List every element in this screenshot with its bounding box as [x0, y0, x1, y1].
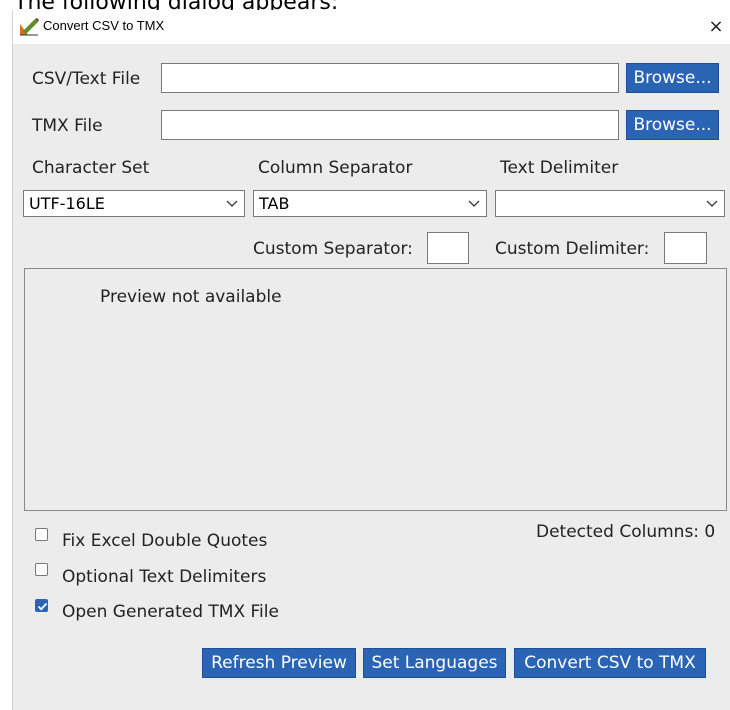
charset-value: UTF-16LE [29, 194, 105, 213]
custom-separator-input[interactable] [427, 232, 469, 264]
set-languages-button[interactable]: Set Languages [363, 648, 506, 678]
separator-select[interactable]: TAB [253, 190, 487, 217]
tmx-file-label: TMX File [32, 116, 103, 136]
fix-quotes-checkbox[interactable] [35, 528, 48, 541]
title-bar: Convert CSV to TMX × [13, 10, 730, 44]
convert-dialog: Convert CSV to TMX × CSV/Text File Brows… [12, 10, 730, 710]
csv-file-input[interactable] [161, 63, 619, 93]
close-icon: × [708, 16, 724, 37]
checkmark-icon [37, 602, 48, 611]
optional-delimiters-checkbox[interactable] [35, 563, 48, 576]
preview-panel: Preview not available [24, 268, 727, 511]
custom-separator-label: Custom Separator: [253, 239, 413, 259]
separator-value: TAB [259, 194, 290, 213]
fix-quotes-label: Fix Excel Double Quotes [62, 531, 268, 551]
delimiter-select[interactable] [495, 190, 725, 217]
delimiter-label: Text Delimiter [500, 158, 619, 178]
csv-file-label: CSV/Text File [32, 69, 141, 89]
custom-delimiter-label: Custom Delimiter: [495, 239, 650, 259]
chevron-down-icon [226, 191, 238, 217]
csv-browse-button[interactable]: Browse... [626, 63, 719, 93]
open-tmx-checkbox[interactable] [35, 599, 48, 612]
open-tmx-label: Open Generated TMX File [62, 602, 279, 622]
chevron-down-icon [706, 191, 718, 217]
window-title: Convert CSV to TMX [43, 18, 165, 33]
close-button[interactable]: × [703, 14, 729, 40]
tmx-file-input[interactable] [161, 110, 619, 140]
convert-csv-to-tmx-button[interactable]: Convert CSV to TMX [514, 648, 706, 678]
custom-delimiter-input[interactable] [664, 232, 707, 264]
optional-delimiters-label: Optional Text Delimiters [62, 567, 267, 587]
app-logo-icon [19, 18, 39, 36]
chevron-down-icon [468, 191, 480, 217]
tmx-browse-button[interactable]: Browse... [626, 110, 719, 140]
separator-label: Column Separator [258, 158, 413, 178]
charset-select[interactable]: UTF-16LE [23, 190, 245, 217]
preview-message: Preview not available [100, 287, 282, 307]
refresh-preview-button[interactable]: Refresh Preview [202, 648, 356, 678]
charset-label: Character Set [32, 158, 150, 178]
detected-columns: Detected Columns: 0 [536, 522, 716, 542]
